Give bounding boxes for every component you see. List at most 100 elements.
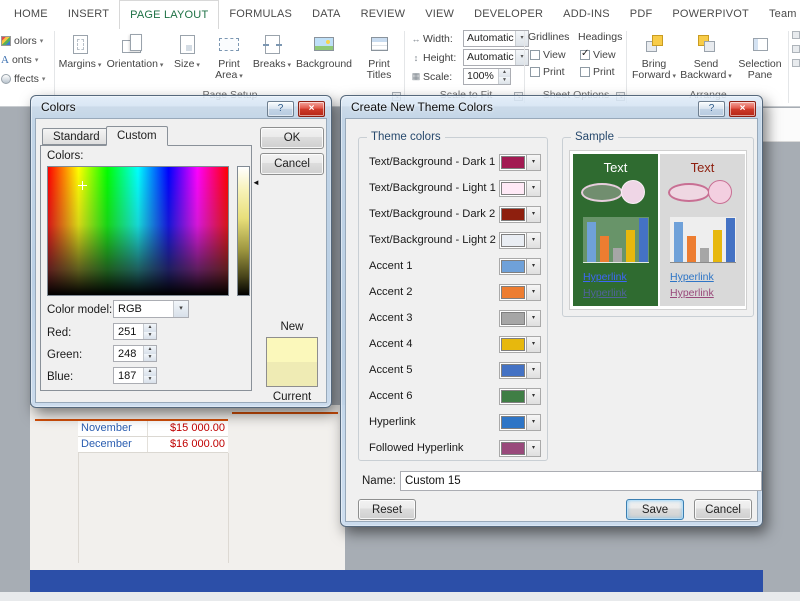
accent6-color-dropdown[interactable]: ▾	[499, 388, 541, 405]
green-stepper[interactable]: 248 ▲ ▼	[113, 345, 157, 362]
tab-view[interactable]: VIEW	[415, 0, 464, 29]
colors-dialog-titlebar[interactable]: Colors ? ×	[31, 96, 331, 118]
chart-bar	[599, 236, 609, 262]
dark2-color-dropdown[interactable]: ▾	[499, 206, 541, 223]
button-label: Breaks	[253, 59, 291, 71]
light1-color-dropdown[interactable]: ▾	[499, 180, 541, 197]
gridlines-print-checkbox[interactable]: Print	[530, 66, 565, 78]
accent3-color-dropdown[interactable]: ▾	[499, 310, 541, 327]
tab-formulas[interactable]: FORMULAS	[219, 0, 302, 29]
help-button[interactable]: ?	[267, 101, 294, 117]
cancel-button[interactable]: Cancel	[694, 499, 752, 520]
button-label: Selection Pane	[738, 58, 782, 81]
accent1-color-dropdown[interactable]: ▾	[499, 258, 541, 275]
custom-tab-page: Colors: ◄ Color model: RGB ▾ Red: 251 ▲ ▼…	[40, 145, 260, 391]
current-label: Current	[272, 391, 312, 403]
cut-off-buttons	[792, 31, 800, 73]
theme-fonts-button[interactable]: A onts ▾	[0, 50, 52, 69]
height-select[interactable]: Automatic ▾	[463, 49, 529, 66]
hyperlink-color-dropdown[interactable]: ▾	[499, 414, 541, 431]
followed-hyperlink-color-dropdown[interactable]: ▾	[499, 440, 541, 457]
print-area-button[interactable]: Print Area	[208, 29, 250, 87]
accent5-color-dropdown[interactable]: ▾	[499, 362, 541, 379]
spinner-arrows-icon: ▲ ▼	[143, 368, 156, 383]
selection-pane-button[interactable]: Selection Pane	[734, 29, 786, 87]
tab-data[interactable]: DATA	[302, 0, 351, 29]
gridlines-view-checkbox[interactable]: View	[530, 49, 566, 61]
tab-powerpivot[interactable]: POWERPIVOT	[662, 0, 759, 29]
theme-color-label: Hyperlink	[369, 416, 416, 428]
breaks-button[interactable]: Breaks	[252, 29, 292, 87]
ok-button[interactable]: OK	[260, 127, 324, 149]
theme-color-label: Text/Background - Light 2	[369, 234, 496, 246]
headings-view-checkbox[interactable]: View	[580, 48, 616, 61]
color-model-select[interactable]: RGB ▾	[113, 300, 189, 318]
sample-shapes	[660, 177, 745, 209]
theme-name-input[interactable]	[400, 471, 762, 491]
blue-stepper[interactable]: 187 ▲ ▼	[113, 367, 157, 384]
button-label: Print Titles	[366, 58, 392, 81]
color-swatch	[501, 234, 525, 247]
theme-fonts-label: onts	[11, 53, 32, 66]
tab-add-ins[interactable]: ADD-INS	[553, 0, 620, 29]
cancel-button[interactable]: Cancel	[260, 153, 324, 175]
sample-bar-chart	[669, 217, 736, 263]
luminance-slider[interactable]	[237, 166, 250, 296]
theme-effects-label: ffects	[14, 72, 39, 85]
light2-color-dropdown[interactable]: ▾	[499, 232, 541, 249]
send-backward-button[interactable]: Send Backward	[680, 29, 732, 87]
bring-forward-button[interactable]: Bring Forward	[630, 29, 678, 87]
tab-team[interactable]: Team	[759, 0, 800, 29]
size-button[interactable]: Size	[168, 29, 206, 87]
button-label: Background	[295, 58, 353, 70]
help-button[interactable]: ?	[698, 101, 725, 117]
theme-color-row: Text/Background - Light 2 ▾	[359, 232, 547, 250]
theme-color-label: Accent 4	[369, 338, 413, 350]
reset-button[interactable]: Reset	[358, 499, 416, 520]
width-select[interactable]: Automatic ▾	[463, 30, 529, 47]
excel-window: HOME INSERT PAGE LAYOUT FORMULAS DATA RE…	[0, 0, 800, 601]
headings-print-checkbox[interactable]: Print	[580, 66, 615, 78]
table-row[interactable]: November $15 000.00	[78, 421, 228, 437]
chevron-down-icon: ▾	[173, 301, 188, 317]
tab-page-layout[interactable]: PAGE LAYOUT	[119, 0, 220, 29]
width-icon: ↔	[411, 33, 421, 44]
ribbon-controls: olors ▾ A onts ▾ ffects ▾ Margins ▾ Orie…	[0, 29, 800, 88]
month-cell[interactable]: December	[78, 437, 148, 452]
color-swatch	[501, 416, 525, 429]
theme-colors-button[interactable]: olors ▾	[0, 31, 52, 50]
sample-group: Sample Text Hyperlink Hyperlink Text Hyp…	[562, 131, 754, 317]
orientation-button[interactable]: Orientation	[104, 29, 166, 87]
margins-button[interactable]: Margins	[58, 29, 102, 87]
scale-stepper[interactable]: 100% ▲ ▼	[463, 68, 511, 85]
tab-standard[interactable]: Standard	[42, 128, 111, 145]
close-button[interactable]: ×	[298, 101, 325, 117]
value-cell[interactable]: $16 000.00	[148, 437, 228, 452]
value-cell[interactable]: $15 000.00	[148, 421, 228, 436]
sample-hyperlink: Hyperlink	[583, 271, 627, 283]
tab-developer[interactable]: DEVELOPER	[464, 0, 553, 29]
breaks-icon	[252, 31, 292, 57]
dark1-color-dropdown[interactable]: ▾	[499, 154, 541, 171]
tab-custom[interactable]: Custom	[106, 126, 168, 146]
tab-pdf[interactable]: PDF	[620, 0, 663, 29]
chart-bar	[725, 218, 735, 262]
theme-colors-group: Theme colors Text/Background - Dark 1 ▾ …	[358, 131, 548, 461]
theme-color-label: Accent 1	[369, 260, 413, 272]
red-stepper[interactable]: 251 ▲ ▼	[113, 323, 157, 340]
color-gradient-picker[interactable]	[47, 166, 229, 296]
month-cell[interactable]: November	[78, 421, 148, 436]
background-button[interactable]: Background	[294, 29, 354, 87]
tab-review[interactable]: REVIEW	[351, 0, 416, 29]
theme-dialog-titlebar[interactable]: Create New Theme Colors ? ×	[341, 96, 762, 118]
tab-insert[interactable]: INSERT	[58, 0, 119, 29]
table-row[interactable]: December $16 000.00	[78, 437, 228, 453]
chevron-down-icon: ▾	[526, 363, 540, 378]
save-button[interactable]: Save	[626, 499, 684, 520]
accent2-color-dropdown[interactable]: ▾	[499, 284, 541, 301]
close-button[interactable]: ×	[729, 101, 756, 117]
tab-home[interactable]: HOME	[4, 0, 58, 29]
theme-effects-button[interactable]: ffects ▾	[0, 69, 52, 88]
accent4-color-dropdown[interactable]: ▾	[499, 336, 541, 353]
print-titles-button[interactable]: Print Titles	[356, 29, 402, 87]
